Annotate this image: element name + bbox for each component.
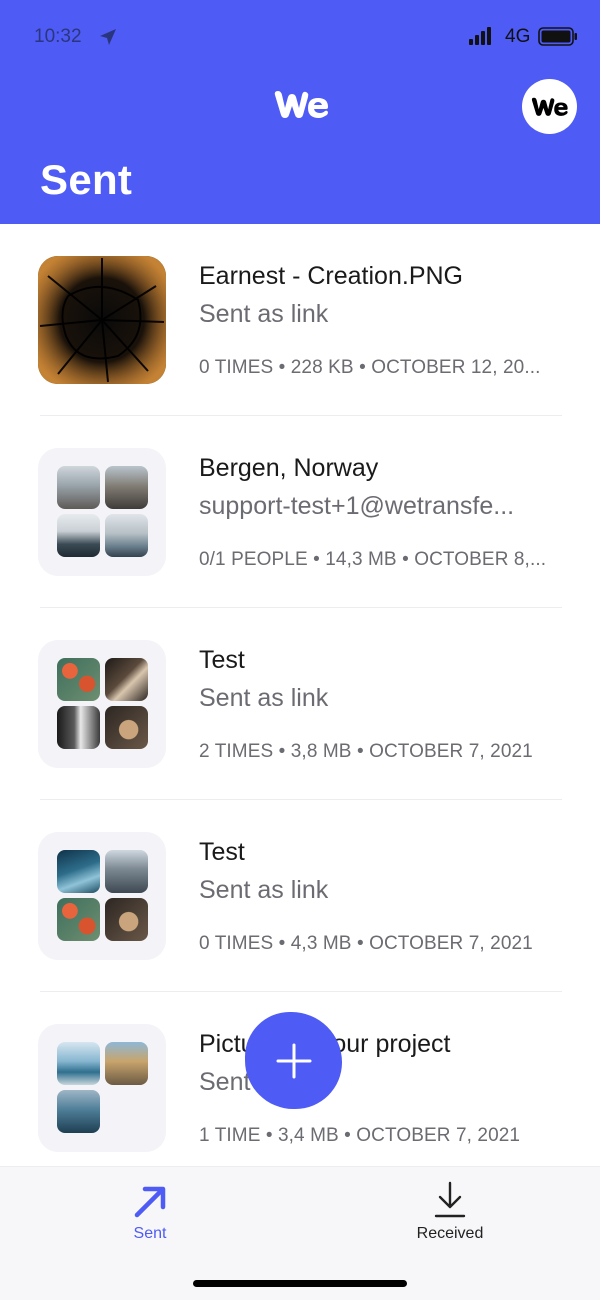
cellular-signal-icon — [469, 27, 491, 45]
wetransfer-logo — [274, 91, 328, 118]
transfer-title: Earnest - Creation.PNG — [199, 262, 463, 290]
photo-thumb — [105, 898, 148, 941]
transfer-thumbnail — [38, 448, 166, 576]
arrow-up-right-icon — [134, 1186, 166, 1218]
photo-thumb — [105, 514, 148, 557]
transfer-thumbnail — [38, 1024, 166, 1152]
transfer-title: Bergen, Norway — [199, 454, 379, 482]
photo-thumb — [57, 850, 100, 893]
tab-sent[interactable]: Sent — [0, 1167, 300, 1267]
transfer-subtitle: support-test+1@wetransfe... — [199, 492, 515, 520]
transfer-thumbnail — [38, 640, 166, 768]
transfer-meta: 0 TIMES • 228 KB • OCTOBER 12, 20... — [199, 357, 541, 378]
transfer-subtitle: Sent as link — [199, 684, 329, 712]
photo-thumb — [105, 466, 148, 509]
transfer-meta: 2 TIMES • 3,8 MB • OCTOBER 7, 2021 — [199, 741, 533, 762]
status-time: 10:32 — [34, 26, 82, 47]
transfer-row[interactable]: Test Sent as link 2 TIMES • 3,8 MB • OCT… — [0, 608, 600, 800]
transfer-meta: 0/1 PEOPLE • 14,3 MB • OCTOBER 8,... — [199, 549, 547, 570]
location-arrow-icon — [100, 29, 116, 45]
transfer-row[interactable]: Bergen, Norway support-test+1@wetransfe.… — [0, 416, 600, 608]
add-transfer-button[interactable] — [245, 1012, 342, 1109]
transfer-row[interactable]: Test Sent as link 0 TIMES • 4,3 MB • OCT… — [0, 800, 600, 992]
photo-thumb — [105, 850, 148, 893]
tab-received[interactable]: Received — [300, 1167, 600, 1267]
photo-thumb — [105, 706, 148, 749]
photo-thumb — [57, 706, 100, 749]
photo-thumb — [57, 898, 100, 941]
photo-thumb — [57, 1090, 100, 1133]
app-header: 10:32 4G Sent — [0, 0, 600, 224]
transfer-title: Test — [199, 838, 245, 866]
transfer-subtitle: Sent as link — [199, 876, 329, 904]
drawing-image — [38, 256, 166, 384]
status-bar: 10:32 4G — [0, 0, 600, 74]
profile-avatar[interactable] — [522, 79, 577, 134]
transfer-thumbnail — [38, 832, 166, 960]
wetransfer-logo — [531, 97, 568, 116]
tab-bar: Sent Received — [0, 1166, 600, 1300]
page-title: Sent — [40, 156, 133, 203]
photo-thumb — [57, 658, 100, 701]
home-indicator — [193, 1280, 407, 1287]
download-icon — [434, 1181, 466, 1218]
photo-thumb — [57, 1042, 100, 1085]
transfer-subtitle: Sent as link — [199, 300, 329, 328]
battery-icon — [538, 27, 577, 46]
transfer-meta: 0 TIMES • 4,3 MB • OCTOBER 7, 2021 — [199, 933, 533, 954]
tab-sent-label: Sent — [133, 1225, 167, 1242]
network-type: 4G — [505, 26, 531, 47]
photo-thumb — [105, 658, 148, 701]
transfer-meta: 1 TIME • 3,4 MB • OCTOBER 7, 2021 — [199, 1125, 521, 1146]
photo-thumb — [57, 466, 100, 509]
photo-thumb — [57, 514, 100, 557]
plus-icon — [276, 1043, 312, 1079]
transfer-title: Test — [199, 646, 245, 674]
transfer-row[interactable]: Earnest - Creation.PNG Sent as link 0 TI… — [0, 224, 600, 416]
tab-received-label: Received — [416, 1225, 484, 1242]
photo-thumb — [105, 1042, 148, 1085]
transfer-thumbnail — [38, 256, 166, 384]
